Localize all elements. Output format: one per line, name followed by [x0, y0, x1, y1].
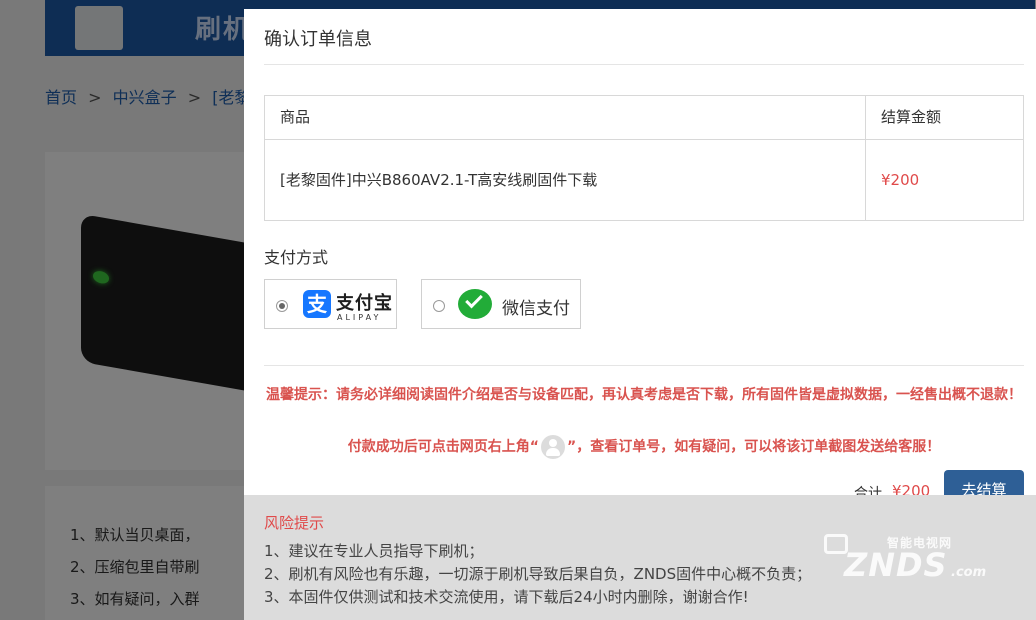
watermark-brand: ZNDS	[844, 546, 948, 584]
payment-notice-text: ”，查看订单号，如有疑问，可以将该订单截图发送给客服！	[567, 439, 941, 455]
znds-watermark: 智能电视网 ZNDS .com	[824, 526, 1004, 586]
payment-method-label: 支付方式	[264, 248, 329, 267]
title-divider	[264, 64, 1024, 65]
column-header-amount: 结算金额	[865, 96, 1023, 139]
wechat-pay-option[interactable]: 微信支付	[421, 279, 581, 329]
column-header-product: 商品	[280, 108, 311, 126]
risk-title: 风险提示	[264, 514, 325, 532]
payment-notice: 付款成功后可点击网页右上角“ ”，查看订单号，如有疑问，可以将该订单截图发送给客服…	[266, 435, 1022, 459]
watermark-suffix: .com	[951, 565, 987, 580]
alipay-subtitle: ALIPAY	[337, 313, 382, 322]
risk-item: 2、刷机有风险也有乐趣，一切源于刷机导致后果自负，ZNDS固件中心概不负责；	[264, 565, 812, 583]
wechat-pay-name: 微信支付	[502, 299, 570, 319]
user-avatar-icon	[541, 435, 565, 459]
warm-notice: 温馨提示：请务必详细阅读固件介绍是否与设备匹配，再认真考虑是否下载，所有固件皆是…	[266, 387, 1022, 403]
alipay-icon: 支	[303, 290, 331, 318]
alipay-name: 支付宝	[336, 293, 393, 314]
risk-item: 3、本固件仅供测试和技术交流使用，请下载后24小时内删除，谢谢合作!	[264, 588, 749, 606]
product-name-cell: [老黎固件]中兴B860AV2.1-T高安线刷固件下载	[280, 171, 598, 189]
alipay-option[interactable]: 支 支付宝 ALIPAY	[264, 279, 397, 329]
wechat-radio[interactable]	[433, 300, 445, 312]
order-table: 商品 结算金额 [老黎固件]中兴B860AV2.1-T高安线刷固件下载 ¥200	[264, 95, 1024, 221]
alipay-radio[interactable]	[276, 300, 288, 312]
dialog-title: 确认订单信息	[264, 29, 372, 50]
risk-item: 1、建议在专业人员指导下刷机；	[264, 542, 484, 560]
amount-cell: ¥200	[865, 140, 1023, 220]
section-divider	[264, 365, 1024, 366]
wechat-pay-icon	[458, 289, 492, 319]
payment-notice-text: 付款成功后可点击网页右上角“	[347, 439, 539, 455]
